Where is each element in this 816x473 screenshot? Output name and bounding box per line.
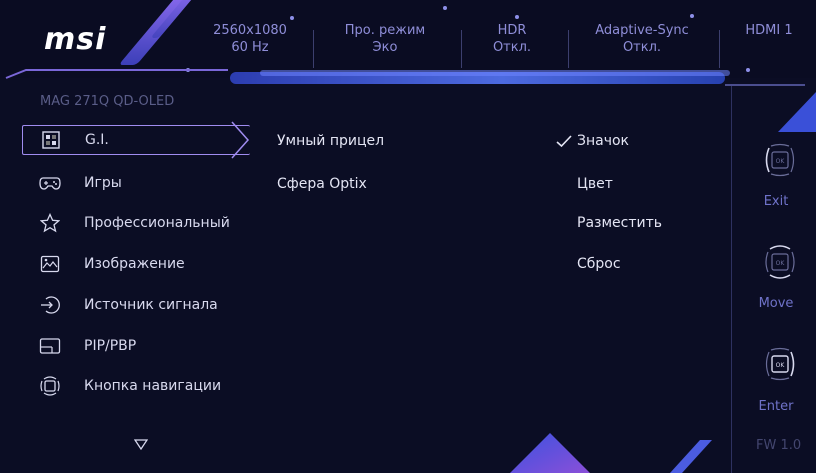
gamepad-icon bbox=[36, 173, 64, 193]
pro-mode-value: Эко bbox=[372, 40, 398, 55]
resolution-value: 2560x1080 bbox=[213, 23, 287, 38]
menu-item-gi[interactable]: G.I. bbox=[22, 125, 250, 155]
adaptive-sync-value: Откл. bbox=[622, 40, 662, 55]
divider bbox=[719, 30, 720, 68]
decor-stripe bbox=[670, 440, 712, 473]
option-position[interactable]: Разместить bbox=[577, 215, 662, 231]
status-adaptive-sync: Adaptive-Sync Откл. bbox=[584, 22, 700, 56]
msi-logo: msi bbox=[44, 22, 107, 57]
status-resolution: 2560x1080 60 Hz bbox=[205, 22, 295, 56]
menu-label-input-source: Источник сигнала bbox=[84, 297, 218, 313]
input-source-value: HDMI 1 bbox=[745, 23, 793, 38]
enter-label: Enter bbox=[758, 399, 794, 414]
option-reset[interactable]: Сброс bbox=[577, 256, 621, 272]
divider bbox=[568, 30, 569, 68]
decor-dot bbox=[290, 16, 294, 20]
firmware-version: FW 1.0 bbox=[756, 438, 802, 453]
exit-label: Exit bbox=[763, 194, 789, 209]
decor-dot bbox=[515, 15, 519, 19]
checkmark-icon bbox=[556, 135, 572, 148]
hdr-label: HDR bbox=[497, 23, 527, 38]
control-panel-divider bbox=[731, 86, 732, 473]
menu-item-image[interactable]: Изображение bbox=[22, 249, 250, 279]
hdr-value: Откл. bbox=[492, 40, 532, 55]
gi-icon bbox=[37, 130, 65, 150]
star-icon bbox=[36, 213, 64, 233]
decor-dot bbox=[443, 6, 447, 10]
menu-item-navigation-key[interactable]: Кнопка навигации bbox=[22, 371, 250, 401]
menu-item-professional[interactable]: Профессиональный bbox=[22, 208, 250, 238]
menu-label-image: Изображение bbox=[84, 256, 185, 272]
navigation-key-icon bbox=[36, 376, 64, 396]
image-icon bbox=[36, 254, 64, 274]
navkey-right-icon[interactable]: OK bbox=[757, 346, 803, 386]
divider bbox=[313, 30, 314, 68]
selection-arrow-icon bbox=[231, 121, 250, 159]
status-pro-mode: Про. режим Эко bbox=[330, 22, 440, 56]
navkey-updown-icon[interactable]: OK bbox=[757, 240, 803, 286]
adaptive-sync-label: Adaptive-Sync bbox=[595, 23, 689, 38]
svg-text:OK: OK bbox=[776, 260, 786, 267]
option-color[interactable]: Цвет bbox=[577, 176, 613, 192]
navkey-left-icon[interactable]: OK bbox=[757, 142, 803, 182]
header-outline bbox=[5, 69, 228, 79]
menu-label-professional: Профессиональный bbox=[84, 215, 230, 231]
option-icon-selected[interactable]: Значок bbox=[577, 133, 629, 149]
menu-label-navigation-key: Кнопка навигации bbox=[84, 378, 222, 394]
header-outline-right bbox=[725, 84, 805, 86]
menu-label-pip-pbp: PIP/PBP bbox=[84, 338, 137, 354]
pro-mode-label: Про. режим bbox=[344, 23, 426, 38]
decor-dot bbox=[690, 14, 694, 18]
pip-icon bbox=[36, 336, 64, 356]
move-label: Move bbox=[758, 296, 794, 311]
input-source-icon bbox=[36, 295, 64, 315]
status-input: HDMI 1 bbox=[730, 22, 808, 39]
menu-label-gi: G.I. bbox=[85, 132, 109, 148]
svg-text:OK: OK bbox=[776, 158, 786, 165]
menu-label-gaming: Игры bbox=[84, 175, 122, 191]
decor-triangle bbox=[778, 92, 816, 132]
status-hdr: HDR Откл. bbox=[478, 22, 546, 56]
model-name: MAG 271Q QD-OLED bbox=[40, 94, 175, 109]
menu-item-gaming[interactable]: Игры bbox=[22, 168, 250, 198]
menu-item-input-source[interactable]: Источник сигнала bbox=[22, 290, 250, 320]
submenu-item-smart-crosshair[interactable]: Умный прицел bbox=[277, 133, 384, 149]
decor-triangle bbox=[510, 433, 590, 473]
svg-text:OK: OK bbox=[776, 362, 786, 369]
header-accent-glow bbox=[260, 70, 730, 76]
divider bbox=[461, 30, 462, 68]
scroll-down-icon[interactable] bbox=[134, 439, 148, 450]
monitor-osd: msi 2560x1080 60 Hz Про. режим Эко HDR О… bbox=[0, 0, 816, 473]
refresh-rate-value: 60 Hz bbox=[231, 40, 269, 55]
menu-item-pip-pbp[interactable]: PIP/PBP bbox=[22, 331, 250, 361]
submenu-item-optix-scope[interactable]: Сфера Optix bbox=[277, 176, 367, 192]
decor-dot bbox=[746, 68, 750, 72]
